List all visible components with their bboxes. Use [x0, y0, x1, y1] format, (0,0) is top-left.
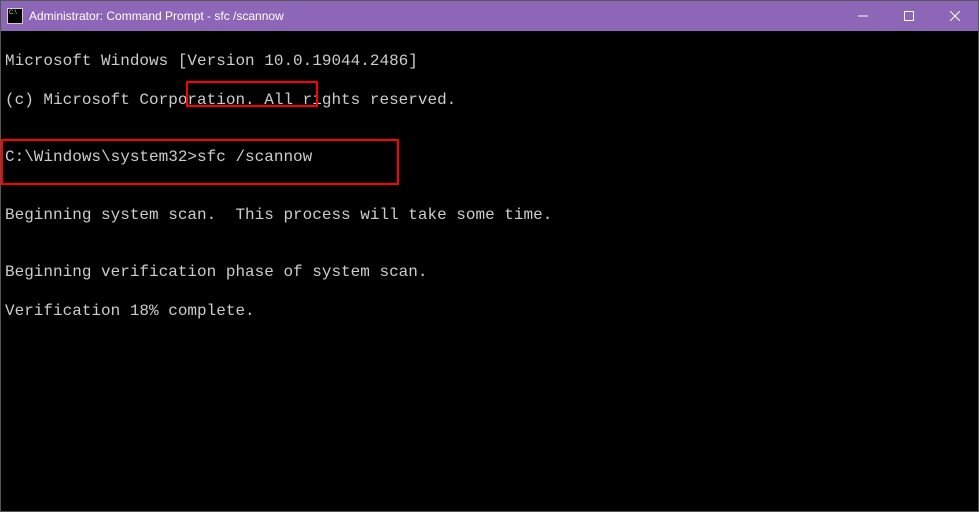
- prompt-line: C:\Windows\system32>sfc /scannow: [5, 148, 974, 167]
- terminal-area[interactable]: Microsoft Windows [Version 10.0.19044.24…: [1, 31, 978, 511]
- output-line: Beginning verification phase of system s…: [5, 263, 974, 282]
- command-text: sfc /scannow: [197, 148, 312, 166]
- cmd-icon: [7, 8, 23, 24]
- close-icon: [950, 11, 960, 21]
- output-line: Beginning system scan. This process will…: [5, 206, 974, 225]
- close-button[interactable]: [932, 1, 978, 31]
- output-line: Microsoft Windows [Version 10.0.19044.24…: [5, 52, 974, 71]
- maximize-button[interactable]: [886, 1, 932, 31]
- titlebar[interactable]: Administrator: Command Prompt - sfc /sca…: [1, 1, 978, 31]
- command-prompt-window: Administrator: Command Prompt - sfc /sca…: [0, 0, 979, 512]
- maximize-icon: [904, 11, 914, 21]
- titlebar-controls: [840, 1, 978, 31]
- minimize-icon: [858, 11, 868, 21]
- output-line: (c) Microsoft Corporation. All rights re…: [5, 91, 974, 110]
- window-title: Administrator: Command Prompt - sfc /sca…: [29, 9, 840, 23]
- minimize-button[interactable]: [840, 1, 886, 31]
- prompt-text: C:\Windows\system32>: [5, 148, 197, 166]
- output-line: Verification 18% complete.: [5, 302, 974, 321]
